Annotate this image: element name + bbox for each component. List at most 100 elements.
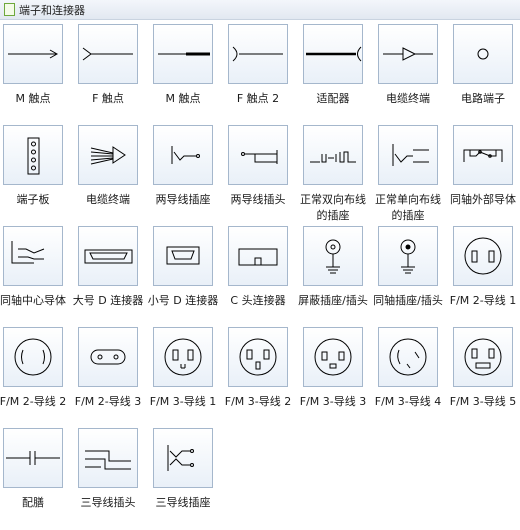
shape-thumbnail[interactable] (153, 125, 213, 185)
stencil-shape-item[interactable]: 配膳 (3, 428, 78, 530)
shape-label: 同轴外部导体 (450, 193, 516, 206)
shape-label: 屏蔽插座/插头 (298, 294, 368, 307)
shape-thumbnail[interactable] (3, 428, 63, 488)
stencil-shape-item[interactable]: 大号 D 连接器 (73, 226, 153, 328)
shape-thumbnail[interactable] (453, 125, 513, 185)
stencil-title: 端子和连接器 (19, 4, 85, 17)
fm-3-wire-3-icon (314, 338, 352, 376)
stencil-shape-item[interactable]: M 触点 (3, 24, 78, 126)
shape-thumbnail[interactable] (228, 226, 288, 286)
shape-label: F/M 3-导线 2 (224, 395, 292, 408)
shape-thumbnail[interactable] (3, 24, 63, 84)
shape-label: 电缆终端 (86, 193, 130, 206)
stencil-shape-item[interactable]: 端子板 (3, 125, 78, 227)
stencil-shape-item[interactable]: 正常单向布线的插座 (375, 125, 453, 227)
coax-outer-conductor-icon (463, 149, 503, 162)
stencil-shape-item[interactable]: F 触点 (78, 24, 153, 126)
shape-label: F/M 3-导线 3 (299, 395, 367, 408)
shape-thumbnail[interactable] (78, 24, 138, 84)
shape-thumbnail[interactable] (3, 125, 63, 185)
shape-label: F/M 2-导线 2 (0, 395, 67, 408)
stencil-shape-item[interactable]: F/M 3-导线 3 (300, 327, 378, 429)
shape-label: 三导线插头 (80, 496, 136, 509)
stencil-shape-item[interactable]: F/M 2-导线 1 (450, 226, 520, 328)
adapter-icon (306, 46, 362, 62)
shape-label: 电缆终端 (386, 92, 430, 105)
shape-thumbnail[interactable] (303, 24, 363, 84)
shape-thumbnail[interactable] (153, 24, 213, 84)
stencil-shape-item[interactable]: F/M 3-导线 4 (375, 327, 453, 429)
shape-thumbnail[interactable] (303, 226, 363, 286)
stencil-shape-item[interactable]: 电缆终端 (78, 125, 153, 227)
stencil-shape-item[interactable]: 同轴插座/插头 (373, 226, 453, 328)
fm-2-wire-2-icon (14, 338, 52, 376)
stencil-shape-item[interactable]: F/M 3-导线 2 (225, 327, 303, 429)
fm-3-wire-1-icon (164, 338, 202, 376)
shape-thumbnail[interactable] (78, 428, 138, 488)
shielded-jack-icon (325, 239, 341, 274)
shape-thumbnail[interactable] (453, 327, 513, 387)
shape-thumbnail[interactable] (228, 24, 288, 84)
shape-thumbnail[interactable] (303, 327, 363, 387)
shape-label: 适配器 (316, 92, 350, 105)
male-contact-thick-icon (158, 52, 210, 56)
shape-thumbnail[interactable] (78, 327, 138, 387)
stencil-shape-item[interactable]: 三导线插座 (153, 428, 228, 530)
shape-thumbnail[interactable] (228, 125, 288, 185)
shape-thumbnail[interactable] (228, 327, 288, 387)
shape-thumbnail[interactable] (453, 24, 513, 84)
stencil-shape-item[interactable]: M 触点 (153, 24, 228, 126)
normal-bidirectional-jack-icon (310, 151, 356, 163)
stencil-shape-item[interactable]: 电路端子 (453, 24, 520, 126)
shape-thumbnail[interactable] (153, 327, 213, 387)
shape-thumbnail[interactable] (153, 226, 213, 286)
c-connector-icon (238, 248, 278, 266)
shape-label: F/M 3-导线 5 (449, 395, 517, 408)
shape-label: F/M 3-导线 4 (374, 395, 442, 408)
shape-thumbnail[interactable] (378, 226, 438, 286)
stencil-shape-item[interactable]: F/M 2-导线 3 (75, 327, 153, 429)
shape-thumbnail[interactable] (303, 125, 363, 185)
circuit-terminal-icon (477, 48, 489, 60)
shape-label: 两导线插座 (155, 193, 211, 206)
stencil-shape-item[interactable]: F 触点 2 (228, 24, 303, 126)
male-contact-icon (8, 49, 59, 59)
stencil-shape-item[interactable]: 三导线插头 (78, 428, 153, 530)
stencil-shape-item[interactable]: F/M 2-导线 2 (0, 327, 78, 429)
female-contact-2-icon (232, 46, 283, 62)
stencil-shape-item[interactable]: 屏蔽插座/插头 (298, 226, 378, 328)
stencil-shape-item[interactable]: 同轴外部导体 (450, 125, 520, 227)
stencil-shape-item[interactable]: C 头连接器 (228, 226, 303, 328)
shape-thumbnail[interactable] (78, 226, 138, 286)
shape-thumbnail[interactable] (378, 327, 438, 387)
shape-thumbnail[interactable] (153, 428, 213, 488)
shape-label: 同轴插座/插头 (373, 294, 443, 307)
fm-3-wire-2-icon (239, 338, 277, 376)
shape-label: 配膳 (22, 496, 44, 509)
stencil-header[interactable]: 端子和连接器 (0, 0, 520, 20)
shape-label: 同轴中心导体 (0, 294, 66, 307)
stencil-shape-item[interactable]: 小号 D 连接器 (148, 226, 228, 328)
stencil-shape-item[interactable]: 正常双向布线的插座 (300, 125, 378, 227)
large-d-connector-icon (84, 249, 133, 264)
splice-icon (6, 451, 60, 465)
fm-2-wire-3-icon (90, 349, 126, 365)
shape-thumbnail[interactable] (3, 327, 63, 387)
stencil-shape-item[interactable]: 适配器 (303, 24, 378, 126)
stencil-shape-item[interactable]: F/M 3-导线 5 (450, 327, 520, 429)
stencil-shape-item[interactable]: 电缆终端 (378, 24, 453, 126)
stencil-shape-item[interactable]: 两导线插座 (153, 125, 228, 227)
stencil-shape-item[interactable]: F/M 3-导线 1 (150, 327, 228, 429)
shape-thumbnail[interactable] (378, 125, 438, 185)
two-wire-socket-icon (171, 146, 200, 164)
shape-label: 正常双向布线的插座 (300, 193, 366, 222)
shape-thumbnail[interactable] (378, 24, 438, 84)
cable-termination-icon (90, 146, 126, 165)
shape-thumbnail[interactable] (453, 226, 513, 286)
shape-thumbnail[interactable] (3, 226, 63, 286)
two-wire-plug-icon (241, 150, 278, 164)
female-contact-icon (82, 47, 133, 61)
shape-thumbnail[interactable] (78, 125, 138, 185)
stencil-shape-item[interactable]: 两导线插头 (228, 125, 303, 227)
stencil-shape-item[interactable]: 同轴中心导体 (0, 226, 78, 328)
